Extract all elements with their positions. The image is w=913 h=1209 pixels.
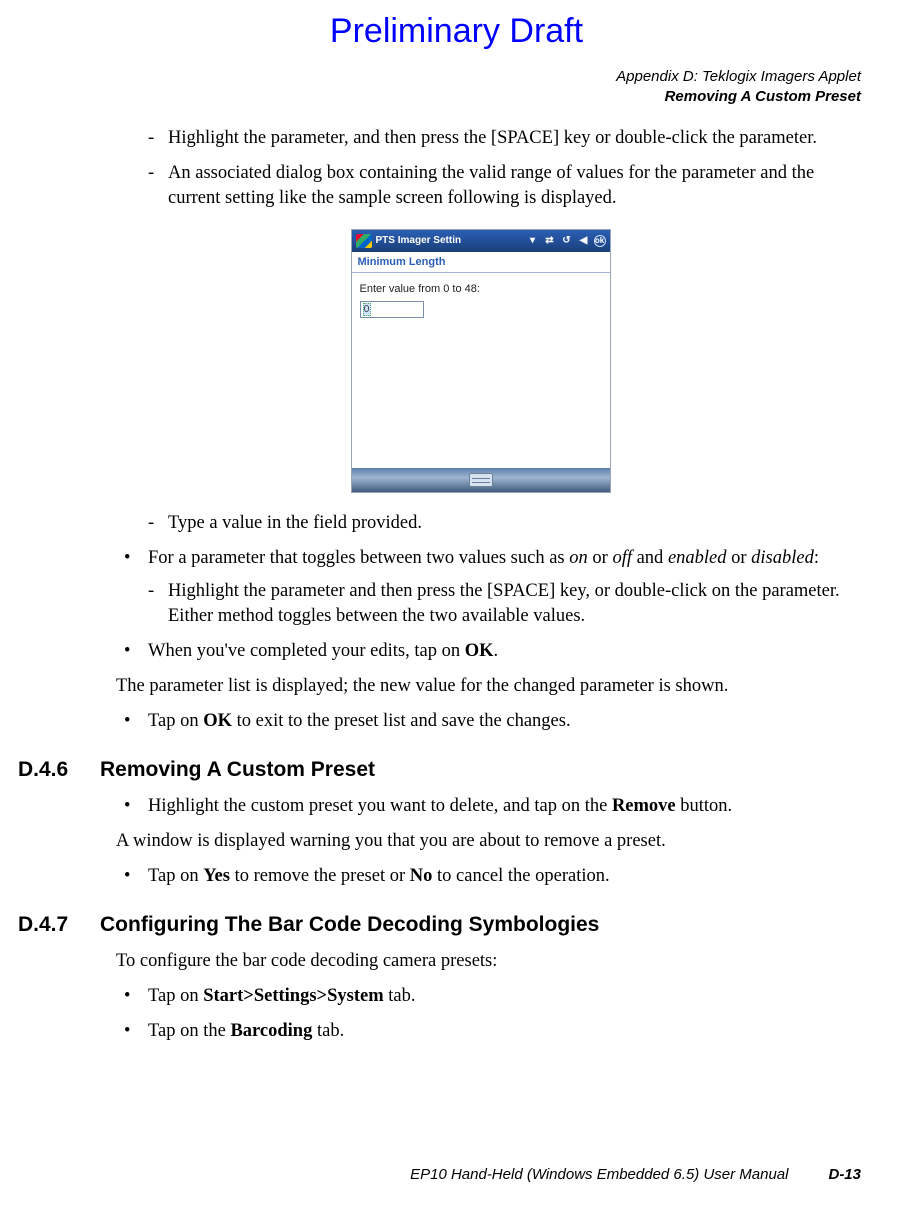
text: to exit to the preset list and save the … (232, 711, 571, 731)
post-dash-list: Type a value in the field provided. (148, 511, 861, 536)
text: OK (203, 711, 232, 731)
list-item: For a parameter that toggles between two… (116, 546, 861, 629)
bullet-list: Tap on Yes to remove the preset or No to… (116, 864, 861, 889)
list-item: Tap on OK to exit to the preset list and… (116, 709, 861, 734)
bullet-list: Highlight the custom preset you want to … (116, 794, 861, 819)
list-item: Highlight the custom preset you want to … (116, 794, 861, 819)
text: off (612, 548, 632, 568)
text: : (814, 548, 819, 568)
list-item: Tap on Yes to remove the preset or No to… (116, 864, 861, 889)
text: Tap on (148, 986, 203, 1006)
appendix-line1: Appendix D: Teklogix Imagers Applet (0, 67, 861, 87)
list-item: Type a value in the field provided. (148, 511, 861, 536)
intro-dash-list: Highlight the parameter, and then press … (148, 126, 861, 211)
text: Yes (203, 866, 230, 886)
text: No (410, 866, 433, 886)
list-item: Tap on the Barcoding tab. (116, 1019, 861, 1044)
text: or (588, 548, 613, 568)
section-heading-d47: D.4.7 Configuring The Bar Code Decoding … (100, 913, 861, 937)
text: disabled (751, 548, 814, 568)
text: tab. (384, 986, 416, 1006)
nested-list: Highlight the parameter and then press t… (148, 579, 861, 629)
text: Tap on the (148, 1021, 230, 1041)
text: to cancel the operation. (432, 866, 609, 886)
text: For a parameter that toggles between two… (148, 548, 569, 568)
draft-watermark: Preliminary Draft (0, 0, 913, 51)
dialog-header: Minimum Length (352, 252, 610, 273)
page-footer: EP10 Hand-Held (Windows Embedded 6.5) Us… (0, 1166, 913, 1183)
connectivity-icon: ⇄ (543, 234, 557, 248)
text: Tap on (148, 866, 203, 886)
dialog-window: PTS Imager Settin ▾ ⇄ ↺ ◀ ok Minimum Len… (351, 229, 611, 493)
section-number: D.4.6 (0, 758, 100, 782)
body-paragraph: To configure the bar code decoding camer… (116, 949, 861, 974)
text: enabled (668, 548, 727, 568)
signal-icon: ▾ (526, 234, 540, 248)
sync-icon: ↺ (560, 234, 574, 248)
body-paragraph: The parameter list is displayed; the new… (116, 674, 861, 699)
text: to remove the preset or (230, 866, 410, 886)
section-title: Removing A Custom Preset (100, 758, 375, 782)
text: Remove (612, 796, 676, 816)
embedded-screenshot: PTS Imager Settin ▾ ⇄ ↺ ◀ ok Minimum Len… (100, 229, 861, 493)
section-title: Configuring The Bar Code Decoding Symbol… (100, 913, 599, 937)
text: Start>Settings>System (203, 986, 383, 1006)
bullet-list: For a parameter that toggles between two… (116, 546, 861, 664)
text: . (494, 641, 499, 661)
list-item: An associated dialog box containing the … (148, 161, 861, 211)
input-value: 0 (363, 303, 371, 316)
text: Barcoding (230, 1021, 312, 1041)
page-number: D-13 (828, 1166, 861, 1183)
footer-manual-title: EP10 Hand-Held (Windows Embedded 6.5) Us… (410, 1166, 788, 1183)
dialog-bottombar (352, 468, 610, 492)
dialog-title: PTS Imager Settin (376, 235, 462, 246)
body-paragraph: A window is displayed warning you that y… (116, 829, 861, 854)
list-item: Highlight the parameter, and then press … (148, 126, 861, 151)
text: on (569, 548, 588, 568)
ok-button[interactable]: ok (594, 235, 606, 247)
text: button. (676, 796, 733, 816)
text: OK (465, 641, 494, 661)
bullet-list: Tap on Start>Settings>System tab. Tap on… (116, 984, 861, 1044)
dialog-titlebar: PTS Imager Settin ▾ ⇄ ↺ ◀ ok (352, 230, 610, 252)
volume-icon: ◀ (577, 234, 591, 248)
section-number: D.4.7 (0, 913, 100, 937)
appendix-header: Appendix D: Teklogix Imagers Applet Remo… (0, 67, 913, 106)
dialog-prompt: Enter value from 0 to 48: (360, 283, 602, 295)
value-input[interactable]: 0 (360, 301, 424, 318)
text: tab. (312, 1021, 344, 1041)
text: Tap on (148, 711, 203, 731)
appendix-line2: Removing A Custom Preset (0, 87, 861, 107)
text: Highlight the custom preset you want to … (148, 796, 612, 816)
text: When you've completed your edits, tap on (148, 641, 465, 661)
dialog-body: Enter value from 0 to 48: 0 (352, 273, 610, 468)
keyboard-icon[interactable] (469, 473, 493, 487)
bullet-list: Tap on OK to exit to the preset list and… (116, 709, 861, 734)
text: and (632, 548, 668, 568)
list-item: When you've completed your edits, tap on… (116, 639, 861, 664)
page-content: Highlight the parameter, and then press … (0, 106, 913, 1044)
text: or (727, 548, 752, 568)
section-heading-d46: D.4.6 Removing A Custom Preset (100, 758, 861, 782)
list-item: Tap on Start>Settings>System tab. (116, 984, 861, 1009)
list-item: Highlight the parameter and then press t… (148, 579, 861, 629)
start-icon (356, 234, 372, 248)
